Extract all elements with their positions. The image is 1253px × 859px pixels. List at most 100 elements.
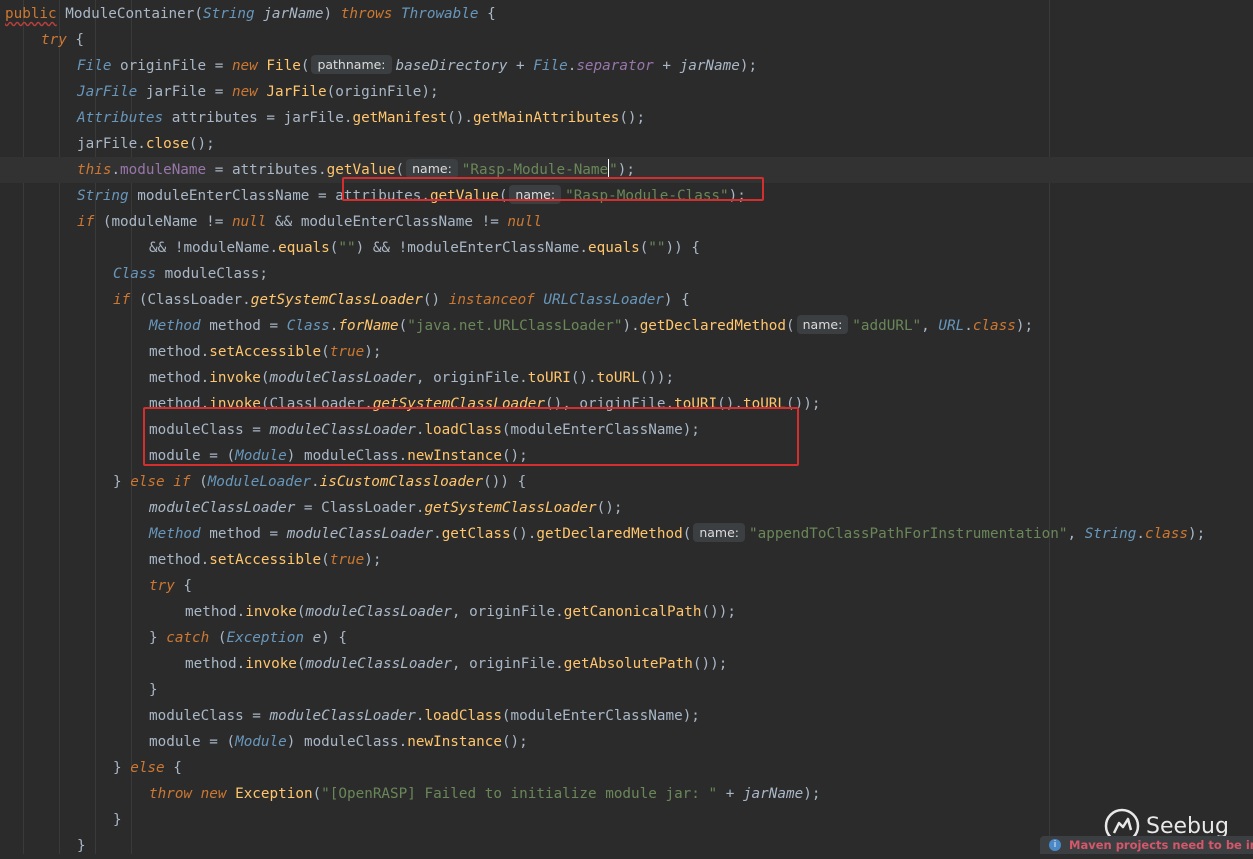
code-token: Method	[149, 318, 201, 334]
code-token: Attributes	[77, 110, 164, 126]
code-token: String	[77, 188, 129, 204]
parameter-hint: name:	[406, 159, 458, 178]
code-token: method	[185, 604, 237, 620]
code-token: (	[209, 630, 227, 646]
code-token: class	[972, 318, 1016, 334]
code-line[interactable]: Attributes attributes = jarFile.getManif…	[0, 105, 1253, 131]
code-token: moduleName	[111, 214, 198, 230]
code-token: ().	[717, 396, 743, 412]
code-token: close	[145, 136, 189, 152]
code-token: (	[130, 292, 148, 308]
code-token: getSystemClassLoader	[372, 396, 545, 412]
code-line[interactable]: try {	[0, 27, 1253, 53]
code-token: equals	[588, 240, 640, 256]
code-line[interactable]: Method method = Class.forName("java.net.…	[0, 313, 1253, 339]
code-line[interactable]: JarFile jarFile = new JarFile(originFile…	[0, 79, 1253, 105]
code-line[interactable]: method.setAccessible(true);	[0, 339, 1253, 365]
code-line[interactable]: } else {	[0, 755, 1253, 781]
code-line[interactable]: }	[0, 807, 1253, 833]
code-token: module	[149, 734, 201, 750]
code-token: File	[533, 58, 568, 74]
code-token: ().	[510, 526, 537, 542]
code-token: .	[137, 136, 146, 152]
code-token: originFile	[469, 604, 556, 620]
code-token: );	[803, 786, 821, 802]
code-line[interactable]: jarFile.close();	[0, 131, 1253, 157]
code-token: (	[260, 370, 270, 386]
code-token: ();	[619, 110, 646, 126]
code-token: );	[728, 188, 746, 204]
code-token: =	[200, 734, 227, 750]
code-token: (	[639, 240, 649, 256]
code-token: class	[1144, 526, 1189, 542]
code-line[interactable]: Class moduleClass;	[0, 261, 1253, 287]
code-token: ClassLoader	[147, 292, 243, 308]
code-token: .	[236, 656, 246, 672]
code-token: ().	[447, 110, 473, 126]
code-line[interactable]: if (ClassLoader.getSystemClassLoader() i…	[0, 287, 1253, 313]
code-token: (	[498, 188, 508, 204]
code-line[interactable]: moduleClassLoader = ClassLoader.getSyste…	[0, 495, 1253, 521]
code-token: ());	[701, 604, 736, 620]
code-token: );	[1188, 526, 1206, 542]
code-token: ;	[259, 266, 268, 282]
code-line[interactable]: String moduleEnterClassName = attributes…	[0, 183, 1253, 209]
code-token: {	[164, 760, 182, 776]
code-token: Method	[149, 526, 201, 542]
code-token: method	[209, 318, 261, 334]
code-line[interactable]: throw new Exception("[OpenRASP] Failed t…	[0, 781, 1253, 807]
notification-text: Maven projects need to be imported	[1069, 838, 1253, 852]
code-token: (	[190, 474, 208, 490]
code-line[interactable]: && !moduleName.equals("") && !moduleEnte…	[0, 235, 1253, 261]
code-line[interactable]: module = (Module) moduleClass.newInstanc…	[0, 729, 1253, 755]
code-line[interactable]: moduleClass = moduleClassLoader.loadClas…	[0, 417, 1253, 443]
code-line[interactable]: Method method = moduleClassLoader.getCla…	[0, 521, 1253, 547]
code-token: moduleClass	[149, 708, 244, 724]
code-token: new	[231, 58, 258, 74]
code-token: .	[398, 448, 408, 464]
code-token: && !	[364, 240, 408, 256]
code-token: }	[149, 682, 158, 698]
code-line[interactable]: if (moduleName != null && moduleEnterCla…	[0, 209, 1253, 235]
code-token: URL	[938, 318, 965, 334]
code-token: originFile	[469, 656, 556, 672]
code-token: Class	[286, 318, 330, 334]
code-token: ClassLoader	[269, 396, 365, 412]
code-token: (	[194, 6, 203, 22]
code-token: URLClassLoader	[543, 292, 664, 308]
code-line[interactable]: moduleClass = moduleClassLoader.loadClas…	[0, 703, 1253, 729]
maven-notification[interactable]: i Maven projects need to be imported	[1040, 836, 1253, 854]
code-line[interactable]: method.setAccessible(true);	[0, 547, 1253, 573]
code-token: try	[149, 578, 175, 594]
code-line[interactable]: module = (Module) moduleClass.newInstanc…	[0, 443, 1253, 469]
code-line[interactable]: } catch (Exception e) {	[0, 625, 1253, 651]
code-line[interactable]: try {	[0, 573, 1253, 599]
code-token: File	[266, 58, 301, 74]
code-line[interactable]: this.moduleName = attributes.getValue(na…	[0, 157, 1253, 183]
code-editor[interactable]: public ModuleContainer(String jarName) t…	[0, 0, 1253, 854]
code-line[interactable]: public ModuleContainer(String jarName) t…	[0, 1, 1253, 27]
code-line[interactable]: method.invoke(moduleClassLoader, originF…	[0, 651, 1253, 677]
code-token: (	[94, 214, 112, 230]
code-token: method	[149, 344, 201, 360]
code-token: moduleEnterClassName	[510, 422, 683, 438]
code-token: ();	[188, 136, 215, 152]
code-line[interactable]: } else if (ModuleLoader.isCustomClassloa…	[0, 469, 1253, 495]
code-token: true	[329, 552, 365, 568]
code-token: getMainAttributes	[472, 110, 620, 126]
code-token: try	[41, 32, 67, 48]
code-line[interactable]: method.invoke(moduleClassLoader, originF…	[0, 365, 1253, 391]
code-line[interactable]: File originFile = new File(pathname: base…	[0, 53, 1253, 79]
watermark-label: Seebug	[1146, 813, 1229, 839]
code-line[interactable]: method.invoke(ClassLoader.getSystemClass…	[0, 391, 1253, 417]
code-token: {	[66, 32, 85, 48]
code-token: getValue	[429, 188, 499, 204]
code-token: attributes	[171, 110, 258, 126]
code-line[interactable]: }	[0, 677, 1253, 703]
code-line[interactable]: method.invoke(moduleClassLoader, originF…	[0, 599, 1253, 625]
